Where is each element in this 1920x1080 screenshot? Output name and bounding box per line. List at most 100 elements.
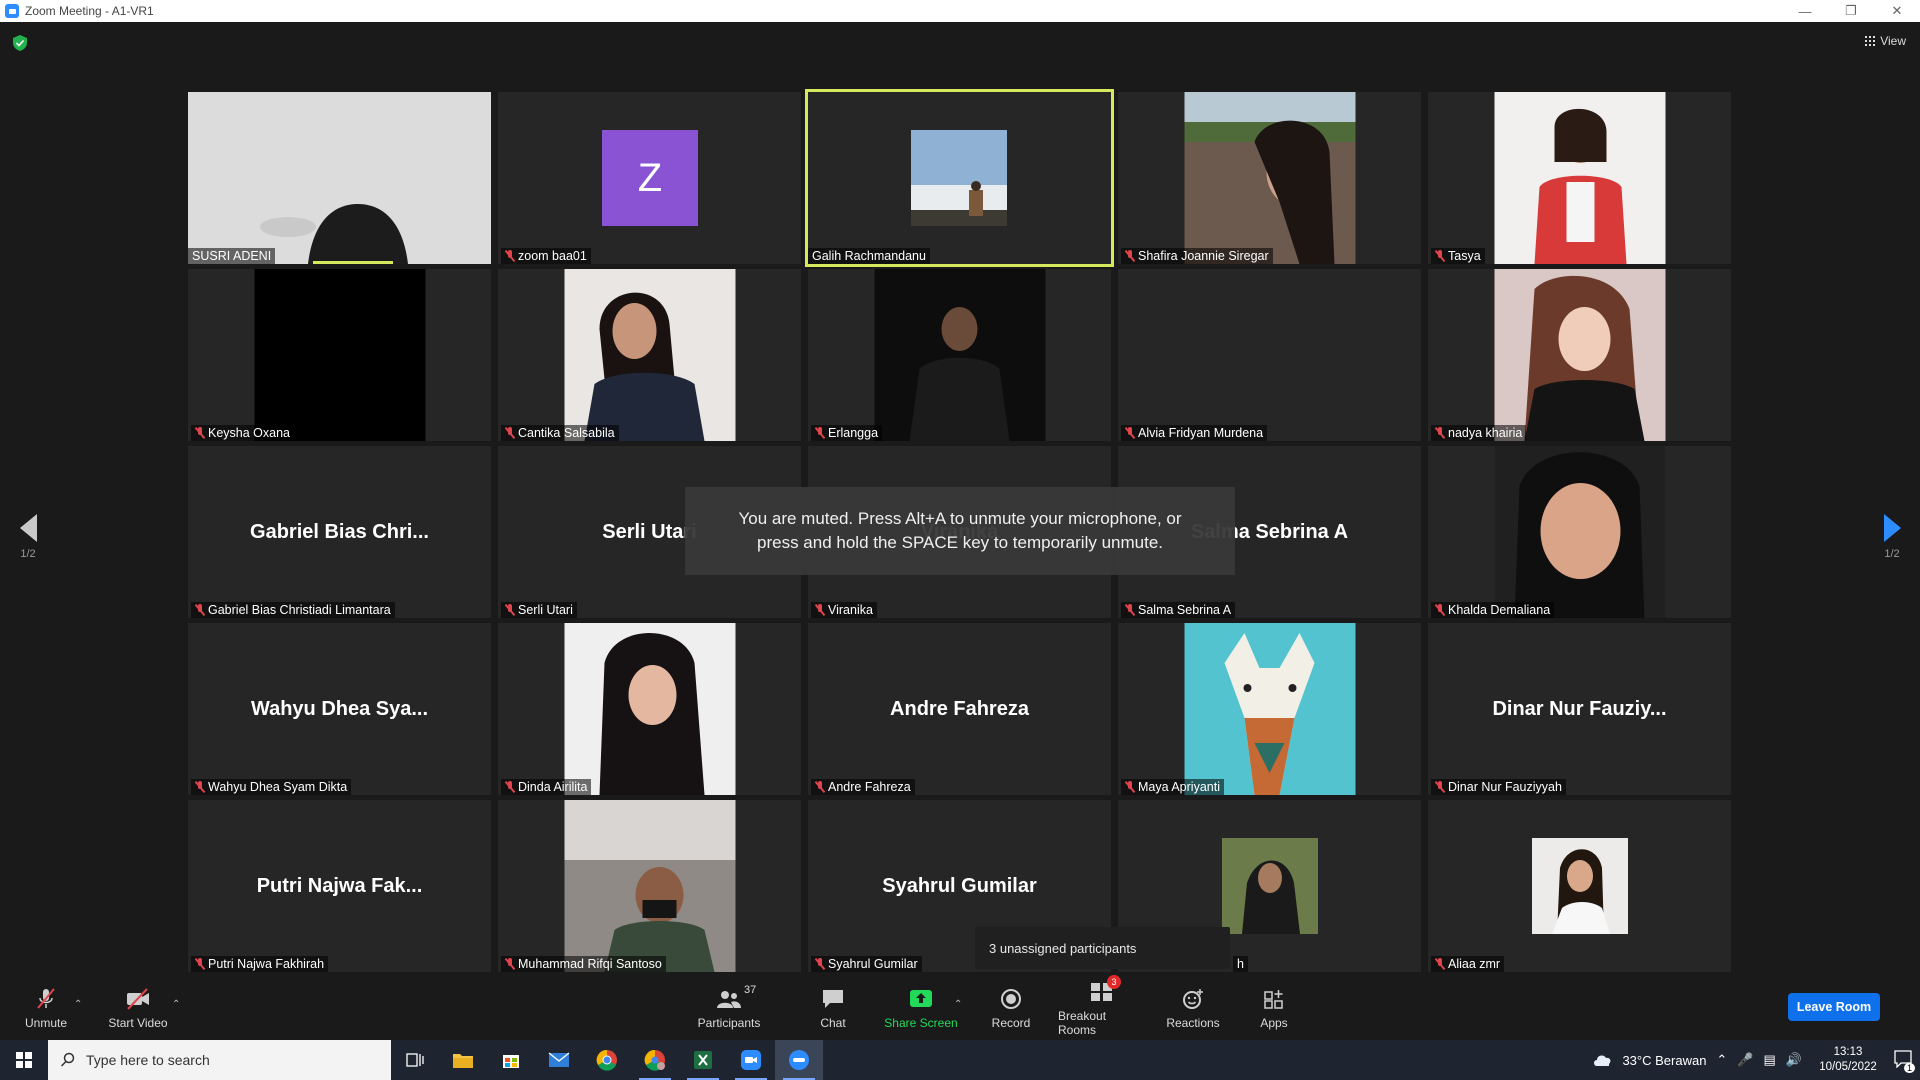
participant-avatar: Z <box>602 130 698 226</box>
next-page-button[interactable]: 1/2 <box>1882 514 1902 560</box>
mic-muted-icon <box>1125 427 1135 439</box>
participant-tile[interactable]: SUSRI ADENI <box>188 92 491 264</box>
participant-thumbnail <box>1532 838 1628 934</box>
windows-logo-icon <box>16 1052 32 1068</box>
participant-tile[interactable]: Putri Najwa Fak... Putri Najwa Fakhirah <box>188 800 491 972</box>
participants-icon: 37 <box>716 984 756 1010</box>
participant-tile[interactable]: Erlangga <box>808 269 1111 441</box>
video-options-chevron-icon[interactable]: ⌃ <box>172 999 180 1010</box>
participant-tile[interactable]: Dinda Airilita <box>498 623 801 795</box>
participants-label: Participants <box>697 1015 761 1030</box>
meeting-area: View 1/2 1/2 SUSRI ADENI Z zoom baa01 Ga… <box>0 22 1920 977</box>
mic-muted-icon <box>1125 781 1135 793</box>
participant-tile[interactable]: Shafira Joannie Siregar <box>1118 92 1421 264</box>
network-icon[interactable]: ▤ <box>1764 1052 1776 1068</box>
notifications-icon[interactable]: 1 <box>1894 1049 1915 1073</box>
chrome-icon[interactable] <box>583 1040 631 1080</box>
mic-muted-icon <box>1435 250 1445 262</box>
participant-tile[interactable]: Khalda Demaliana <box>1428 446 1731 618</box>
participant-tile[interactable]: Keysha Oxana <box>188 269 491 441</box>
chat-button[interactable]: Chat <box>813 977 853 1040</box>
unassigned-participants-popup[interactable]: 3 unassigned participants <box>975 927 1230 969</box>
weather-text[interactable]: 33°C Berawan <box>1622 1053 1706 1068</box>
minimize-icon[interactable]: — <box>1782 0 1828 22</box>
mic-muted-icon <box>195 604 205 616</box>
chat-bubble-icon <box>820 988 846 1010</box>
participant-display-name: Gabriel Bias Chri... <box>250 520 429 543</box>
excel-icon[interactable] <box>679 1040 727 1080</box>
start-video-button[interactable]: Start Video <box>106 977 170 1040</box>
share-screen-icon <box>908 988 934 1010</box>
toast-line-2: press and hold the SPACE key to temporar… <box>757 533 1163 552</box>
previous-page-button[interactable]: 1/2 <box>18 514 38 560</box>
task-view-icon[interactable] <box>391 1040 439 1080</box>
participant-tile[interactable]: Maya Apriyanti <box>1118 623 1421 795</box>
participant-name-label: Galih Rachmandanu <box>808 248 930 264</box>
security-shield-icon[interactable] <box>13 35 27 51</box>
participant-tile-active-speaker[interactable]: Galih Rachmandanu <box>805 89 1114 267</box>
taskbar-search-box[interactable]: Type here to search <box>48 1040 391 1080</box>
close-icon[interactable]: ✕ <box>1874 0 1920 22</box>
participant-video <box>1494 446 1665 618</box>
leave-room-button[interactable]: Leave Room <box>1788 993 1880 1021</box>
mic-muted-icon <box>195 781 205 793</box>
search-icon <box>60 1052 75 1067</box>
participant-tile[interactable]: Alvia Fridyan Murdena <box>1118 269 1421 441</box>
mic-muted-icon <box>1125 250 1135 262</box>
participant-tile[interactable]: Gabriel Bias Chri... Gabriel Bias Christ… <box>188 446 491 618</box>
participant-name-label: SUSRI ADENI <box>188 248 276 264</box>
grid-view-icon <box>1865 36 1876 46</box>
mail-icon[interactable] <box>535 1040 583 1080</box>
breakout-rooms-button[interactable]: 3 Breakout Rooms <box>1058 974 1146 1040</box>
unmute-button[interactable]: Unmute <box>20 977 72 1040</box>
participant-name-label: Tasya <box>1431 248 1485 264</box>
participant-tile[interactable]: Tasya <box>1428 92 1731 264</box>
reactions-button[interactable]: Reactions <box>1165 977 1221 1040</box>
taskbar-clock[interactable]: 13:13 10/05/2022 <box>1812 1045 1884 1075</box>
participant-video <box>1184 623 1355 795</box>
microphone-tray-icon[interactable]: 🎤 <box>1737 1052 1753 1068</box>
unmute-label: Unmute <box>24 1015 68 1030</box>
mic-muted-icon <box>1435 604 1445 616</box>
reactions-label: Reactions <box>1166 1015 1220 1030</box>
participant-tile[interactable]: Z zoom baa01 <box>498 92 801 264</box>
restore-icon[interactable]: ❐ <box>1828 0 1874 22</box>
participant-tile[interactable]: Aliaa zmr <box>1428 800 1731 972</box>
participant-name-label: Khalda Demaliana <box>1431 602 1555 618</box>
toast-line-1: You are muted. Press Alt+A to unmute you… <box>738 509 1182 528</box>
mic-muted-icon <box>1435 958 1445 970</box>
participant-thumbnail <box>1222 838 1318 934</box>
participant-tile[interactable]: Wahyu Dhea Sya... Wahyu Dhea Syam Dikta <box>188 623 491 795</box>
start-button[interactable] <box>0 1040 48 1080</box>
participant-name-label: Wahyu Dhea Syam Dikta <box>191 779 352 795</box>
participant-tile[interactable]: Cantika Salsabila <box>498 269 801 441</box>
zoom-taskbar-icon[interactable] <box>727 1040 775 1080</box>
participant-name-label: Maya Apriyanti <box>1121 779 1224 795</box>
share-screen-button[interactable]: Share Screen <box>884 977 958 1040</box>
window-controls: — ❐ ✕ <box>1782 0 1920 22</box>
arrow-right-icon <box>1883 514 1901 542</box>
chrome-profile-icon[interactable] <box>631 1040 679 1080</box>
participant-video <box>1494 269 1665 441</box>
participant-video <box>254 269 425 441</box>
share-options-chevron-icon[interactable]: ⌃ <box>954 999 962 1010</box>
volume-icon[interactable]: 🔊 <box>1786 1052 1802 1068</box>
mic-muted-icon <box>505 427 515 439</box>
mic-muted-icon <box>815 781 825 793</box>
share-screen-label: Share Screen <box>884 1015 958 1030</box>
participant-tile[interactable]: Andre Fahreza Andre Fahreza <box>808 623 1111 795</box>
zoom-meeting-taskbar-icon[interactable] <box>775 1040 823 1080</box>
record-button[interactable]: Record <box>989 977 1033 1040</box>
microsoft-store-icon[interactable] <box>487 1040 535 1080</box>
participant-tile[interactable]: Muhammad Rifqi Santoso <box>498 800 801 972</box>
participant-tile[interactable]: Dinar Nur Fauziy... Dinar Nur Fauziyyah <box>1428 623 1731 795</box>
zoom-app-icon <box>5 4 19 18</box>
view-button[interactable]: View <box>1865 34 1906 48</box>
tray-overflow-chevron-icon[interactable]: ⌃ <box>1716 1052 1727 1068</box>
participant-tile[interactable]: nadya khairia <box>1428 269 1731 441</box>
page-indicator-right: 1/2 <box>1884 548 1900 560</box>
apps-button[interactable]: Apps <box>1255 977 1293 1040</box>
participants-button[interactable]: 37 Participants <box>694 977 764 1040</box>
file-explorer-icon[interactable] <box>439 1040 487 1080</box>
audio-options-chevron-icon[interactable]: ⌃ <box>74 999 82 1010</box>
